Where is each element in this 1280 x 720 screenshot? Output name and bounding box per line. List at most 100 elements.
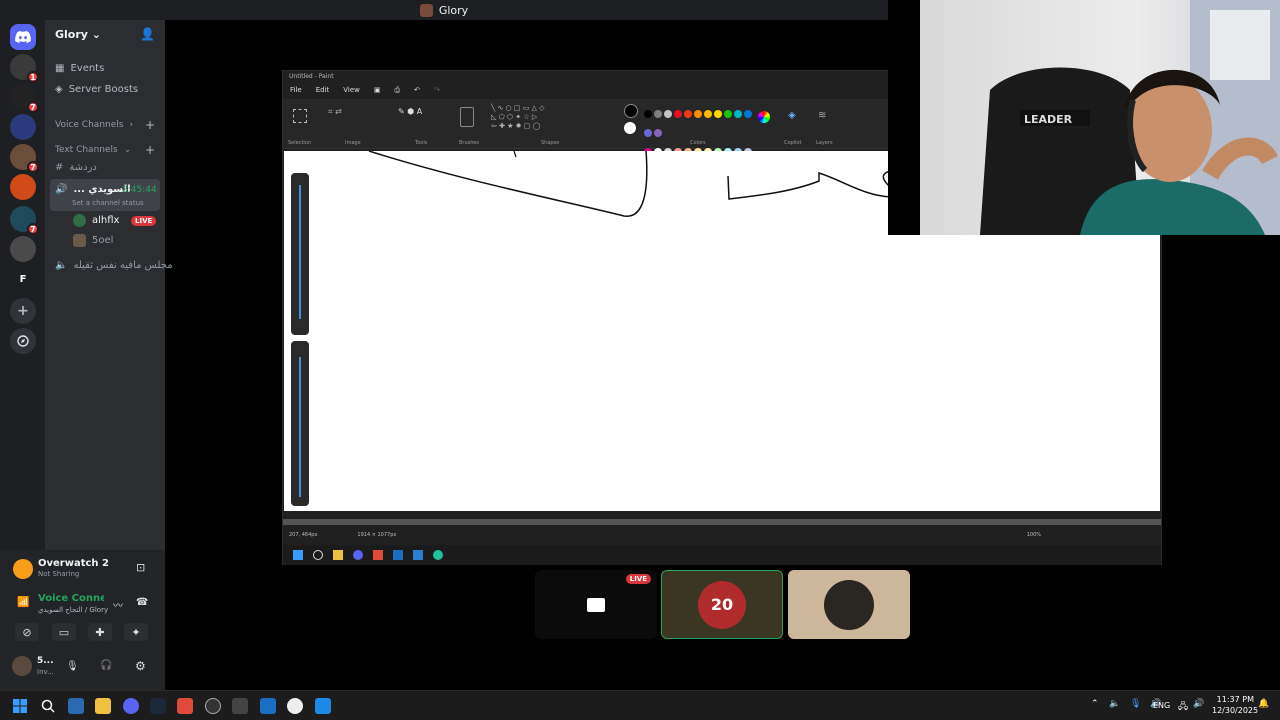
voice-channel-2[interactable]: 🔈 مجلس مافيه نفس ثقيله	[55, 260, 173, 271]
color-swatch[interactable]	[644, 110, 652, 118]
text-channel[interactable]: # دردشة	[55, 162, 97, 173]
search-icon[interactable]	[40, 698, 56, 714]
file-explorer-icon[interactable]	[95, 698, 111, 714]
image-tools-icon[interactable]: ⌗ ⇄	[328, 107, 342, 117]
menu-edit[interactable]: Edit	[316, 86, 330, 94]
add-voice-channel-icon[interactable]: +	[145, 118, 155, 132]
steam-icon[interactable]	[150, 698, 166, 714]
server-avatar	[419, 3, 433, 17]
discover-icon[interactable]	[10, 328, 36, 354]
speaker-icon[interactable]: 🔊	[1193, 699, 1204, 709]
paint-icon[interactable]	[315, 698, 331, 714]
server-icon[interactable]	[10, 236, 36, 262]
discord-icon[interactable]	[123, 698, 139, 714]
server-icon[interactable]: 1	[10, 54, 39, 83]
brush-size-slider[interactable]	[291, 173, 309, 335]
stream-tile[interactable]: LIVE	[535, 570, 657, 639]
share-screen-icon[interactable]: ⊡	[136, 561, 145, 574]
brave-icon[interactable]	[177, 698, 193, 714]
invite-icon[interactable]: 👤	[140, 27, 155, 41]
edit-colors-icon[interactable]	[758, 111, 770, 123]
server-icon[interactable]	[10, 174, 36, 200]
settings-icon[interactable]: ⚙	[135, 659, 146, 673]
webcam-image: LEADER	[980, 0, 1280, 235]
volume-icon[interactable]: 🔈	[1109, 699, 1120, 709]
member-5oel[interactable]: 5oel	[73, 234, 113, 247]
selection-icon[interactable]	[293, 109, 307, 123]
screen-share-icon[interactable]: ▭	[52, 623, 76, 641]
signal-icon: 📶	[17, 597, 30, 608]
server-icon[interactable]: 7	[10, 206, 39, 235]
headphones-icon[interactable]: 🎧	[100, 660, 112, 671]
color-swatch[interactable]	[734, 110, 742, 118]
activities-icon[interactable]: ✚	[88, 623, 112, 641]
steam-icon[interactable]	[260, 698, 276, 714]
channel-status[interactable]: Set a channel status	[72, 199, 144, 207]
discord-home-icon[interactable]	[10, 24, 36, 50]
color-swatch[interactable]	[654, 129, 662, 137]
color-1[interactable]	[624, 104, 638, 118]
username: 5...	[37, 656, 54, 666]
network-icon[interactable]: 🖧	[1178, 699, 1188, 715]
color-2[interactable]	[624, 122, 636, 134]
server-name[interactable]: Glory ⌄	[55, 28, 101, 41]
chevron-up-icon[interactable]: ⌃	[1091, 699, 1099, 709]
shapes-gallery[interactable]: ╲ ∿ ○ □ ▭ △ ◇ ◺ ⬠ ⬡ ✦ ☆ ▷ ⇦ ✚ ★ ✹ ▢ ◯	[491, 104, 561, 131]
menu-file[interactable]: File	[290, 86, 302, 94]
color-swatch[interactable]	[654, 110, 662, 118]
menu-view[interactable]: View	[343, 86, 360, 94]
copilot-icon[interactable]: ◈	[788, 110, 796, 121]
language-indicator[interactable]: ENG	[1153, 701, 1170, 710]
text-category[interactable]: Text Channels ⌄	[55, 145, 131, 155]
zoom-level[interactable]: 100%	[1027, 532, 1041, 538]
color-swatch[interactable]	[744, 110, 752, 118]
voice-category[interactable]: Voice Channels ›	[55, 120, 133, 130]
soundboard-icon[interactable]: ✦	[124, 623, 148, 641]
events-item[interactable]: ▦ Events	[55, 63, 104, 74]
server-icon[interactable]	[10, 114, 36, 140]
undo-icon[interactable]: ↶	[414, 86, 420, 94]
opacity-slider[interactable]	[291, 341, 309, 506]
obs-icon[interactable]	[205, 698, 221, 714]
server-icon[interactable]: 7	[10, 84, 39, 113]
avatar[interactable]	[12, 656, 32, 676]
server-boosts-item[interactable]: ◈ Server Boosts	[55, 84, 138, 95]
folder-icon	[333, 550, 343, 560]
camera-off-icon[interactable]: ⊘	[15, 623, 39, 641]
color-swatch[interactable]	[674, 110, 682, 118]
notification-icon[interactable]: 🔔	[1258, 699, 1269, 709]
pencil-icon[interactable]: ✎ ⬢ A	[398, 107, 422, 116]
add-server-icon[interactable]: +	[10, 298, 36, 324]
color-swatch[interactable]	[724, 110, 732, 118]
brush-icon[interactable]	[460, 107, 474, 127]
participant-tile[interactable]	[788, 570, 910, 639]
layers-icon[interactable]: ≋	[818, 110, 826, 121]
boost-icon: ◈	[55, 84, 63, 95]
noise-suppression-icon[interactable]: 〰	[113, 597, 123, 612]
horizontal-scrollbar[interactable]	[283, 519, 1161, 525]
print-icon[interactable]: ⎙	[395, 86, 401, 95]
mic-icon[interactable]: 🎙	[66, 661, 79, 672]
save-icon[interactable]: ▣	[374, 86, 381, 94]
color-swatch[interactable]	[664, 110, 672, 118]
participant-tile[interactable]: 20	[661, 570, 783, 639]
app-icon[interactable]	[232, 698, 248, 714]
overwatch-icon[interactable]	[287, 698, 303, 714]
member-alhflx[interactable]: alhflx	[73, 214, 119, 227]
color-swatch[interactable]	[694, 110, 702, 118]
color-swatch[interactable]	[704, 110, 712, 118]
voice-connected-title[interactable]: Voice Connecte	[38, 593, 104, 604]
windows-start-icon[interactable]	[12, 698, 28, 714]
color-swatch[interactable]	[714, 110, 722, 118]
color-swatch[interactable]	[684, 110, 692, 118]
voice-connected-sub[interactable]: التجاح السويدي / Glory	[38, 606, 108, 614]
server-icon[interactable]: F	[10, 266, 36, 292]
redo-icon[interactable]: ↷	[434, 86, 440, 94]
add-text-channel-icon[interactable]: +	[145, 143, 155, 157]
color-swatch[interactable]	[644, 129, 652, 137]
disconnect-icon[interactable]: ☎	[136, 597, 148, 608]
server-icon[interactable]: 7	[10, 144, 39, 173]
mic-icon[interactable]: 🎙	[1130, 699, 1141, 709]
clock[interactable]: 11:37 PM 12/30/2025	[1212, 694, 1258, 716]
photos-icon[interactable]	[68, 698, 84, 714]
